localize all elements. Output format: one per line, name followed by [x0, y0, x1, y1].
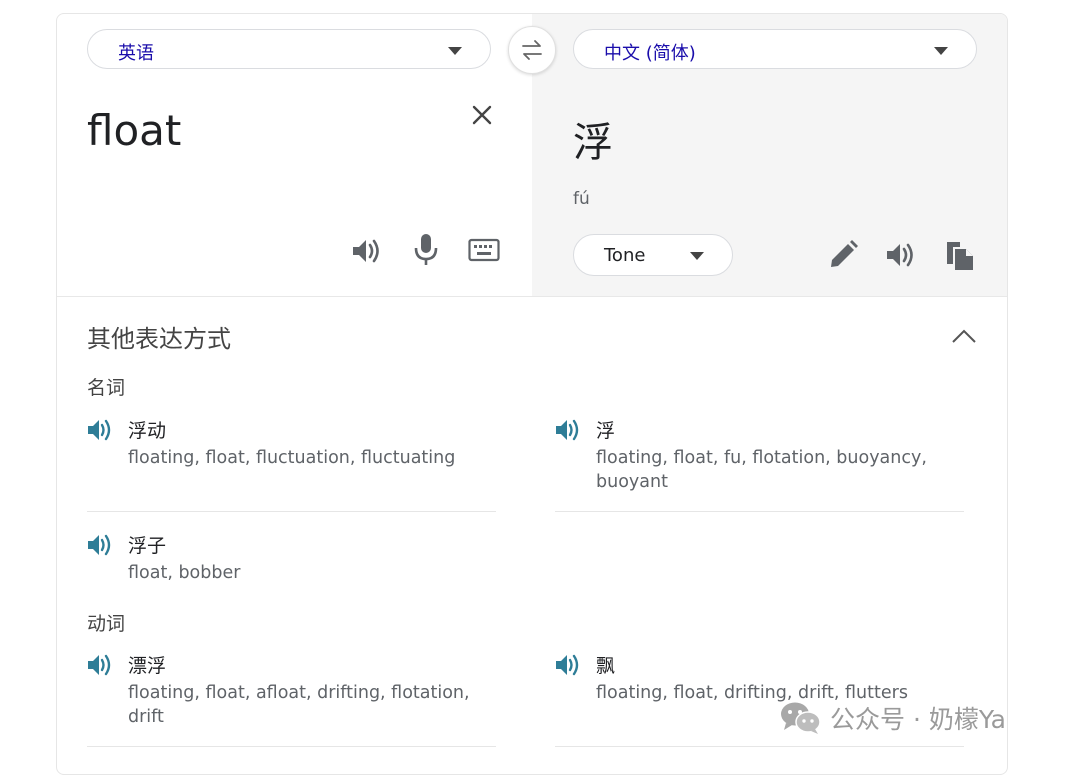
wechat-icon	[781, 702, 821, 734]
translator-card: 英语 中文 (简体) float 浮 fú Tone 其他表达方式 名词 浮动 …	[56, 13, 1008, 775]
alternative-synonyms: floating, float, fluctuation, fluctuatin…	[128, 448, 456, 468]
watermark: 公众号 · 奶檬Ya	[780, 700, 1006, 736]
alternative-synonyms: floating, float, fu, flotation, buoyancy…	[596, 448, 927, 492]
target-language-select[interactable]: 中文 (简体)	[573, 29, 977, 69]
watermark-text: 公众号 · 奶檬Ya	[830, 705, 1006, 734]
swap-icon	[522, 40, 542, 60]
pos-label-verb: 动词	[87, 613, 126, 635]
source-language-label: 英语	[118, 43, 154, 64]
alternative-word[interactable]: 浮动	[128, 416, 166, 443]
speaker-icon	[887, 243, 913, 267]
target-language-label: 中文 (简体)	[604, 43, 696, 64]
alternative-word[interactable]: 浮	[596, 416, 615, 443]
tone-select[interactable]: Tone	[573, 234, 733, 276]
clear-button[interactable]	[469, 102, 495, 128]
pencil-icon	[831, 240, 858, 267]
speaker-icon[interactable]	[87, 653, 113, 677]
translation-text: 浮	[573, 120, 613, 166]
speaker-icon	[353, 239, 379, 263]
chevron-down-icon	[448, 47, 462, 55]
collapse-button[interactable]	[950, 326, 978, 346]
target-listen-button[interactable]	[884, 239, 918, 271]
source-language-select[interactable]: 英语	[87, 29, 491, 69]
speaker-icon[interactable]	[555, 418, 581, 442]
speaker-icon[interactable]	[555, 653, 581, 677]
microphone-icon	[414, 234, 438, 265]
microphone-button[interactable]	[412, 232, 440, 268]
transliteration-text: fú	[573, 189, 590, 209]
keyboard-icon	[468, 238, 500, 262]
source-listen-button[interactable]	[350, 234, 384, 268]
copy-button[interactable]	[943, 238, 977, 272]
tone-label: Tone	[604, 245, 646, 266]
chevron-down-icon	[934, 47, 948, 55]
divider	[555, 511, 964, 512]
speaker-icon[interactable]	[87, 533, 113, 557]
divider	[87, 746, 496, 747]
edit-button[interactable]	[826, 238, 860, 272]
alternative-synonyms: floating, float, afloat, drifting, flota…	[128, 683, 470, 727]
speaker-icon[interactable]	[87, 418, 113, 442]
alternatives-heading: 其他表达方式	[87, 325, 231, 353]
close-icon	[472, 105, 492, 125]
keyboard-button[interactable]	[467, 236, 501, 264]
chevron-up-icon	[952, 329, 976, 343]
divider	[555, 746, 964, 747]
alternative-word[interactable]: 浮子	[128, 531, 166, 558]
alternative-word[interactable]: 飘	[596, 651, 615, 678]
copy-icon	[947, 242, 973, 270]
divider	[57, 296, 1007, 297]
swap-languages-button[interactable]	[508, 26, 556, 74]
alternative-synonyms: float, bobber	[128, 563, 241, 583]
pos-label-noun: 名词	[87, 377, 126, 399]
alternative-word[interactable]: 漂浮	[128, 651, 166, 678]
divider	[87, 511, 496, 512]
source-text-input[interactable]: float	[87, 106, 181, 155]
chevron-down-icon	[690, 252, 704, 260]
